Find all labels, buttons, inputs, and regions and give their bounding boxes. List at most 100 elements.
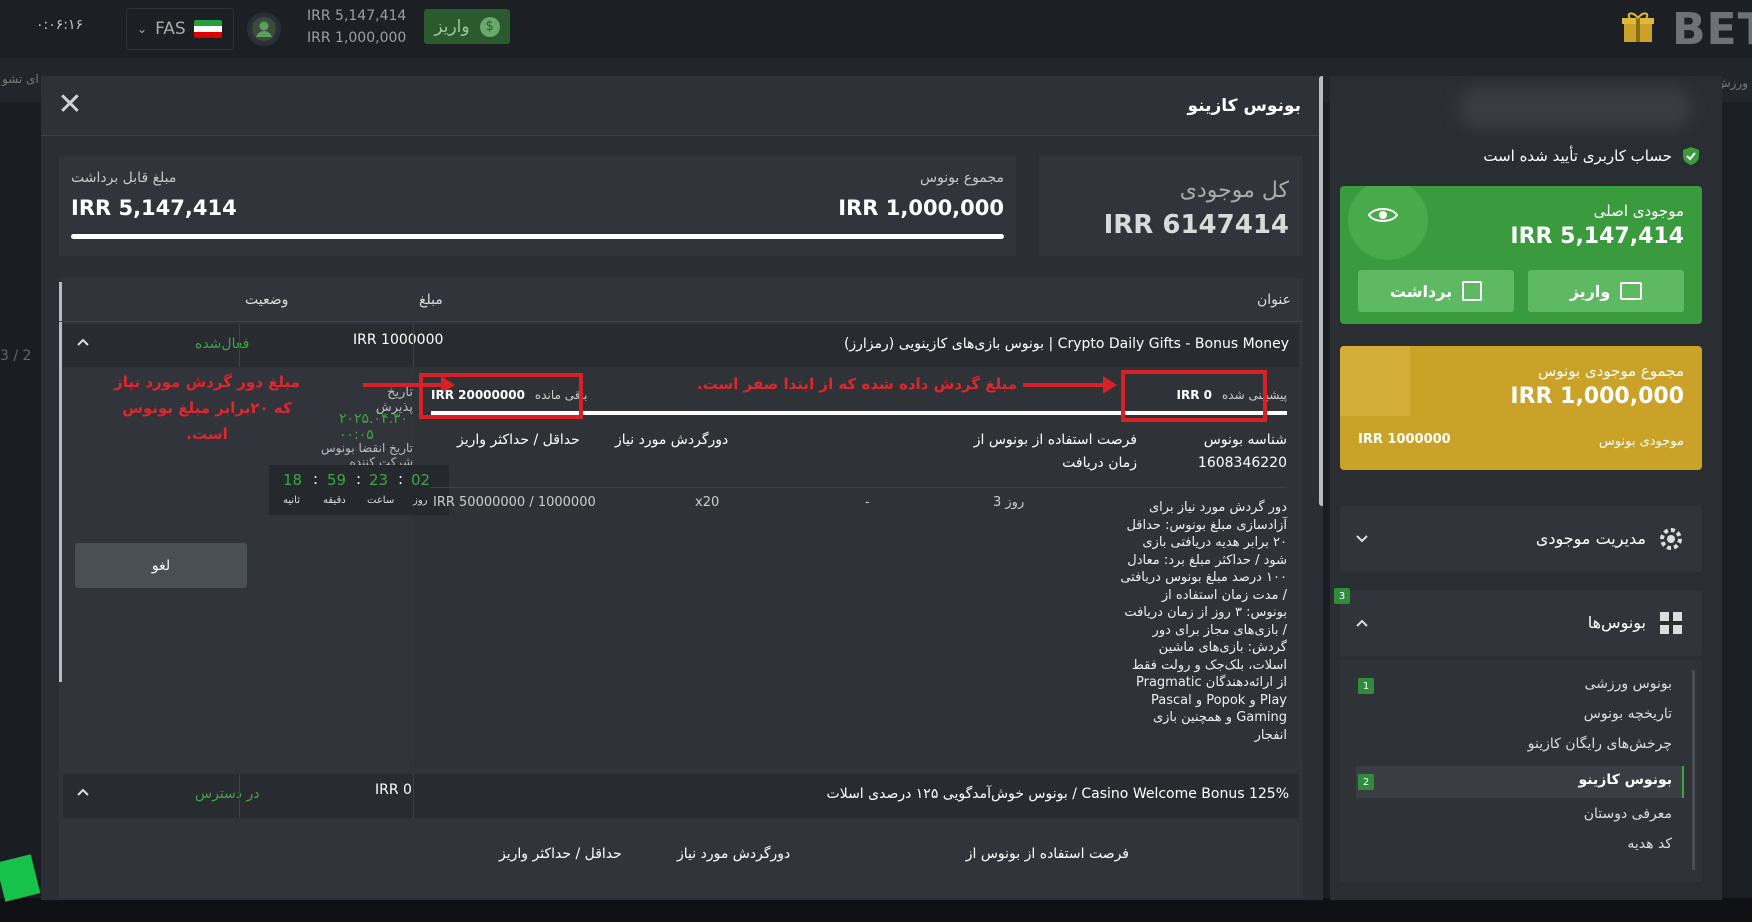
withdraw-label: برداشت xyxy=(1389,281,1453,301)
total-balance-label: کل موجودی xyxy=(1179,178,1289,203)
timer-hours: 23 xyxy=(369,471,389,489)
bottom-strip xyxy=(0,898,1752,922)
modal-scrollbar[interactable] xyxy=(1319,76,1323,506)
balance-management-label: مدیریت موجودی xyxy=(1535,529,1646,548)
close-icon[interactable]: ✕ xyxy=(55,90,85,120)
verified-badge: حساب کاربری تأیید شده است xyxy=(1483,146,1700,166)
submenu-scrollbar[interactable] xyxy=(1692,670,1695,870)
chevron-up-icon[interactable] xyxy=(75,334,91,350)
col-bonus-id: شناسه بونوس 1608346220 xyxy=(1197,432,1287,471)
submenu-free-spins[interactable]: چرخش‌های رایگان کازینو xyxy=(1528,736,1672,752)
chevron-down-icon xyxy=(1356,535,1368,543)
eye-icon[interactable] xyxy=(1367,204,1399,226)
deposit-label: واریز xyxy=(434,16,470,37)
submenu-refer-friends[interactable]: معرفی دوستان xyxy=(1584,806,1672,822)
hours-label: ساعت xyxy=(367,495,395,506)
submenu-bonus-history[interactable]: تاریخچه بونوس xyxy=(1584,706,1672,722)
deposit-button[interactable]: واریز xyxy=(1528,270,1684,312)
divider xyxy=(431,487,1287,488)
annotation-right: مبلغ گردش داده شده که از ابتدا صفر است. xyxy=(696,375,1018,393)
row-title: Casino Welcome Bonus 125% / بونوس خوش‌آم… xyxy=(826,786,1289,802)
detail-left-column: تاریخ پذیرش ۲۰۲۵.۰۴.۳۰ ۰۰:۰۵ تاریخ انقضا… xyxy=(63,367,455,767)
balance-management-accordion[interactable]: مدیریت موجودی xyxy=(1340,506,1702,572)
timer-separator: : xyxy=(313,470,319,488)
bonuses-submenu: بونوس ورزشی 1 تاریخچه بونوس چرخش‌های رای… xyxy=(1340,660,1702,882)
timer-seconds: 18 xyxy=(283,471,303,489)
gift-icon[interactable] xyxy=(1620,8,1656,44)
bonus-description: دور گردش مورد نیاز برای آزادسازی مبلغ بو… xyxy=(1120,500,1287,743)
table-row[interactable]: در دسترس IRR 0 Casino Welcome Bonus 125%… xyxy=(63,774,1299,818)
bonus-total-label: مجموع موجودی بونوس xyxy=(1537,362,1684,380)
summary-progress-bar xyxy=(71,234,1004,239)
chevron-up-icon[interactable] xyxy=(75,784,91,800)
row-title: Crypto Daily Gifts - Bonus Money | بونوس… xyxy=(843,336,1289,352)
accept-date-value: ۲۰۲۵.۰۴.۳۰ ۰۰:۰۵ xyxy=(339,411,409,443)
gear-icon xyxy=(1660,528,1682,550)
col-usage: فرصت استفاده از بونوس از زمان دریافت xyxy=(973,432,1137,471)
withdrawable-value: IRR 5,147,414 xyxy=(71,196,237,220)
modal-title: بونوس کازینو xyxy=(1187,96,1302,116)
table-header: عنوان مبلغ وضعیت xyxy=(59,278,1303,322)
minmax-value: IRR 50000000 / 1000000 xyxy=(433,495,596,510)
language-label: FAS xyxy=(155,19,186,39)
withdraw-button[interactable]: برداشت xyxy=(1358,270,1514,312)
bonuses-accordion[interactable]: 3 بونوس‌ها xyxy=(1334,588,1702,656)
header-deposit-button[interactable]: واریز $ xyxy=(424,9,510,44)
header-amount: مبلغ xyxy=(419,292,443,308)
usage-value: 3 روز xyxy=(993,495,1025,510)
main-balance-value: IRR 5,147,414 xyxy=(1510,224,1684,249)
dash-value: - xyxy=(865,495,870,510)
avatar[interactable] xyxy=(247,12,281,46)
header-bonus-balance: IRR 1,000,000 xyxy=(307,30,407,46)
timer-separator: : xyxy=(356,470,362,488)
bonus-balance-label: موجودی بونوس xyxy=(1598,434,1684,449)
detail-right-column: IRR 20000000 باقی مانده IRR 0 پیشبینی شد… xyxy=(419,367,1299,767)
row-amount: IRR 0 xyxy=(375,782,412,798)
bonus-icon xyxy=(1660,612,1682,634)
timer-minutes: 59 xyxy=(327,471,347,489)
annotation-box-remaining xyxy=(419,373,583,419)
col-wager: دورگردش مورد نیاز xyxy=(677,846,791,862)
bonus-total-label: مجموع بونوس xyxy=(919,170,1004,186)
main-balance-card: موجودی اصلی IRR 5,147,414 واریز برداشت xyxy=(1340,186,1702,324)
timer-separator: : xyxy=(398,470,404,488)
column-divider xyxy=(413,324,414,367)
total-balance-value: IRR 6147414 xyxy=(1103,210,1289,240)
cancel-button[interactable]: لغو xyxy=(75,543,247,588)
col-minmax: حداقل / حداکثر واریز xyxy=(499,846,622,862)
annotation-arrow xyxy=(1023,376,1117,394)
bonus-balance-card: مجموع موجودی بونوس IRR 1,000,000 IRR 100… xyxy=(1340,346,1702,470)
column-divider xyxy=(239,324,240,367)
col-wager: دورگردش مورد نیاز xyxy=(615,432,729,448)
verified-text: حساب کاربری تأیید شده است xyxy=(1483,147,1672,165)
top-header: ۰:۰۶:۱۶ ⌄ FAS IRR 5,147,414 IRR 1,000,00… xyxy=(0,0,1752,58)
clock: ۰:۰۶:۱۶ xyxy=(36,17,84,33)
chevron-up-icon xyxy=(1356,619,1368,627)
dollar-icon: $ xyxy=(479,16,500,37)
submenu-casino-bonus[interactable]: بونوس کازینو xyxy=(1579,772,1672,788)
bonus-balance-value: IRR 1000000 xyxy=(1358,432,1451,447)
annotation-box-progress xyxy=(1121,370,1267,422)
slider-counter: 3 / 2 xyxy=(0,348,32,364)
header-status: وضعیت xyxy=(245,292,289,308)
shield-check-icon xyxy=(1683,147,1699,165)
annotation-left: مبلغ دور گردش مورد نیاز که ۲۰برابر مبلغ … xyxy=(114,373,300,443)
language-selector[interactable]: ⌄ FAS xyxy=(126,8,234,50)
blurred-username xyxy=(1460,88,1690,128)
account-panel: حساب کاربری تأیید شده است موجودی اصلی IR… xyxy=(1330,76,1722,900)
bonus-summary: مبلغ قابل برداشت IRR 5,147,414 مجموع بون… xyxy=(59,156,1016,256)
main-balance-label: موجودی اصلی xyxy=(1593,202,1684,220)
bonus-id: 1608346220 xyxy=(1197,455,1287,471)
active-item-indicator xyxy=(1682,766,1684,798)
bonus-total-value: IRR 1,000,000 xyxy=(1510,384,1684,409)
iran-flag-icon xyxy=(193,20,222,38)
background-edge xyxy=(1724,102,1752,898)
bonus-detail: تاریخ پذیرش ۲۰۲۵.۰۴.۳۰ ۰۰:۰۵ تاریخ انقضا… xyxy=(63,367,1299,767)
submenu-gift-code[interactable]: کد هدیه xyxy=(1627,836,1672,852)
table-scrollbar[interactable] xyxy=(59,282,62,682)
casino-bonus-modal: ✕ بونوس کازینو مبلغ قابل برداشت IRR 5,14… xyxy=(41,76,1323,900)
col-minmax: حداقل / حداکثر واریز xyxy=(457,432,580,448)
table-row[interactable]: فعال‌شده IRR 1000000 Crypto Daily Gifts … xyxy=(63,324,1299,367)
seconds-label: ثانیه xyxy=(283,495,300,506)
submenu-sport-bonus[interactable]: بونوس ورزشی xyxy=(1585,676,1672,692)
